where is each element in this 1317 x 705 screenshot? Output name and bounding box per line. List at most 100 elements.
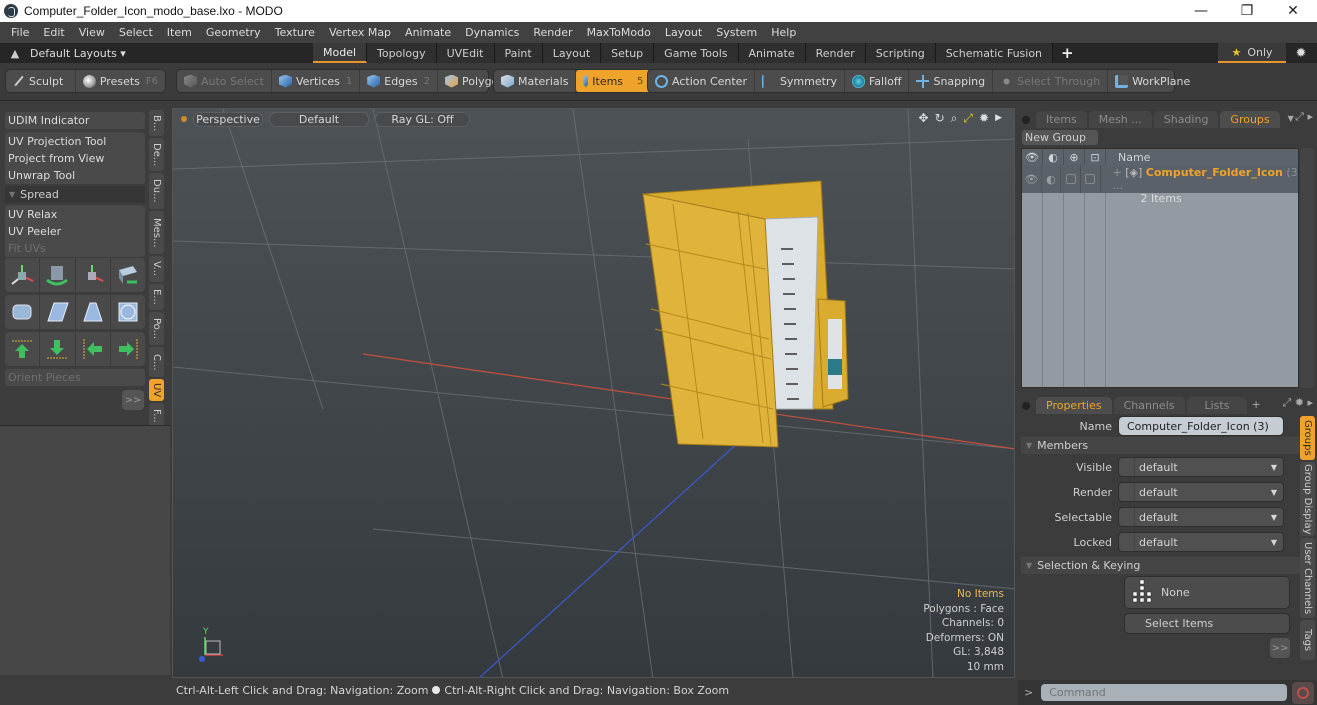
close-button[interactable]: ✕ — [1270, 0, 1316, 22]
menu-maxtomodo[interactable]: MaxToModo — [580, 26, 658, 39]
vtab-user-channels[interactable]: User Channels — [1300, 538, 1315, 618]
tab-lists[interactable]: Lists — [1186, 397, 1248, 414]
presets-button[interactable]: Presets F6 — [76, 70, 165, 92]
tab-animate[interactable]: Animate — [738, 43, 806, 63]
row-lock-toggle[interactable] — [1081, 165, 1101, 193]
maximize-button[interactable]: ❐ — [1224, 0, 1270, 22]
vtab-c[interactable]: C... — [149, 347, 164, 377]
fit-uvs-button[interactable]: Fit UVs — [5, 240, 145, 257]
align-left-icon[interactable] — [76, 332, 111, 366]
more-properties-button[interactable]: >> — [1270, 638, 1290, 658]
udim-indicator-button[interactable]: UDIM Indicator — [5, 112, 145, 129]
gear-icon[interactable]: ✹ — [1292, 43, 1310, 63]
menu-geometry[interactable]: Geometry — [199, 26, 268, 39]
edges-button[interactable]: Edges 2 — [360, 70, 439, 92]
menu-system[interactable]: System — [709, 26, 764, 39]
fit-view-icon[interactable]: ⤢ — [963, 111, 973, 126]
record-macro-button[interactable] — [1292, 681, 1315, 704]
viewport-settings-icon[interactable]: ✹ — [979, 111, 989, 126]
tab-properties[interactable]: Properties — [1036, 397, 1112, 414]
tab-schematic-fusion[interactable]: Schematic Fusion — [935, 43, 1054, 63]
materials-button[interactable]: Materials — [494, 70, 577, 92]
tab-render[interactable]: Render — [805, 43, 866, 63]
menu-dynamics[interactable]: Dynamics — [458, 26, 526, 39]
align-right-icon[interactable] — [111, 332, 145, 366]
vertices-button[interactable]: Vertices 1 — [272, 70, 361, 92]
view-type-button[interactable]: Perspective — [193, 111, 263, 127]
row-select-toggle[interactable] — [1061, 165, 1081, 193]
selection-keying-section-header[interactable]: ▼ Selection & Keying — [1021, 557, 1301, 574]
properties-menu-icon[interactable] — [1022, 402, 1030, 410]
visible-dropdown[interactable]: default ▼ — [1118, 457, 1284, 477]
auto-select-button[interactable]: Auto Select — [177, 70, 272, 92]
menu-layout[interactable]: Layout — [658, 26, 709, 39]
shading-mode-button[interactable]: Default — [269, 111, 369, 127]
render-dropdown[interactable]: default ▼ — [1118, 482, 1284, 502]
group-name-input[interactable]: Computer_Folder_Icon (3) — [1118, 416, 1284, 436]
groups-list-scrollbar[interactable] — [1300, 148, 1314, 388]
vtab-v[interactable]: V... — [149, 256, 164, 282]
uv-peeler-button[interactable]: UV Peeler — [5, 223, 145, 240]
uv-scale-tool-icon[interactable] — [76, 258, 111, 292]
tab-scripting[interactable]: Scripting — [865, 43, 936, 63]
align-top-icon[interactable] — [5, 332, 41, 366]
selectable-dropdown[interactable]: default ▼ — [1118, 507, 1284, 527]
vtab-e[interactable]: E... — [149, 284, 164, 310]
add-properties-tab-button[interactable]: + — [1251, 398, 1260, 411]
menu-edit[interactable]: Edit — [36, 26, 71, 39]
menu-render[interactable]: Render — [526, 26, 579, 39]
menu-select[interactable]: Select — [112, 26, 160, 39]
uv-perspective-icon[interactable] — [76, 295, 111, 329]
menu-help[interactable]: Help — [764, 26, 803, 39]
menu-item[interactable]: Item — [160, 26, 199, 39]
items-button[interactable]: Items 5 — [576, 70, 651, 92]
project-from-view-button[interactable]: Project from View — [5, 150, 145, 167]
uv-relax-button[interactable]: UV Relax — [5, 206, 145, 223]
vtab-du[interactable]: Du... — [149, 173, 164, 209]
3d-viewport[interactable]: Perspective Default Ray GL: Off ✥ ↻ ⌕ ⤢ … — [172, 108, 1015, 678]
falloff-button[interactable]: Falloff — [845, 70, 910, 92]
viewport-menu-arrow-icon[interactable]: ▶ — [995, 111, 1002, 126]
tab-channels[interactable]: Channels — [1113, 397, 1185, 414]
vtab-uv[interactable]: UV — [149, 379, 164, 401]
spread-section-header[interactable]: ▼ Spread — [5, 186, 145, 203]
vtab-po[interactable]: Po... — [149, 312, 164, 345]
uv-planar-icon[interactable] — [40, 295, 76, 329]
more-tools-button[interactable]: >> — [122, 390, 144, 410]
visibility-column-icon[interactable]: 👁 — [1022, 149, 1043, 165]
tab-items[interactable]: Items — [1036, 111, 1087, 128]
keying-none-button[interactable]: None — [1124, 576, 1290, 609]
tab-topology[interactable]: Topology — [367, 43, 437, 63]
workplane-button[interactable]: WorkPlane — [1108, 70, 1197, 92]
tab-setup[interactable]: Setup — [601, 43, 655, 63]
snapping-button[interactable]: Snapping — [909, 70, 994, 92]
vtab-b[interactable]: B... — [149, 110, 164, 136]
rotate-view-icon[interactable]: ↻ — [935, 111, 945, 126]
vtab-group-display[interactable]: Group Display — [1300, 462, 1315, 536]
menu-animate[interactable]: Animate — [398, 26, 458, 39]
vtab-mes[interactable]: Mes... — [149, 211, 164, 254]
tab-layout[interactable]: Layout — [542, 43, 602, 63]
select-column-icon[interactable]: ⊕ — [1064, 149, 1085, 165]
zoom-view-icon[interactable]: ⌕ — [951, 111, 958, 126]
render-column-icon[interactable]: ◐ — [1043, 149, 1064, 165]
tab-mesh[interactable]: Mesh ... — [1088, 111, 1152, 128]
members-section-header[interactable]: ▼ Members — [1021, 437, 1301, 454]
tab-groups[interactable]: Groups — [1220, 111, 1280, 128]
properties-expand-icon[interactable]: ⤢ ✹ ▸ — [1282, 396, 1313, 410]
unwrap-tool-button[interactable]: Unwrap Tool — [5, 167, 145, 184]
tab-uvedit[interactable]: UVEdit — [436, 43, 495, 63]
tab-paint[interactable]: Paint — [494, 43, 543, 63]
uv-cylinder-icon[interactable] — [5, 295, 41, 329]
uv-sphere-icon[interactable] — [111, 295, 145, 329]
vtab-de[interactable]: De... — [149, 138, 164, 171]
tabs-dropdown-icon[interactable]: ▼ — [1288, 114, 1294, 123]
add-layout-tab-button[interactable]: + — [1053, 44, 1082, 62]
uv-mirror-tool-icon[interactable] — [111, 258, 145, 292]
group-row[interactable]: 👁 ◐ + [◈] Computer_Folder_Icon (3 ... 2 … — [1022, 165, 1298, 205]
menu-view[interactable]: View — [72, 26, 112, 39]
raygl-button[interactable]: Ray GL: Off — [375, 111, 470, 127]
select-through-button[interactable]: Select Through — [993, 70, 1109, 92]
pan-icon[interactable]: ✥ — [919, 111, 929, 126]
lock-column-icon[interactable]: ⊡ — [1085, 149, 1106, 165]
